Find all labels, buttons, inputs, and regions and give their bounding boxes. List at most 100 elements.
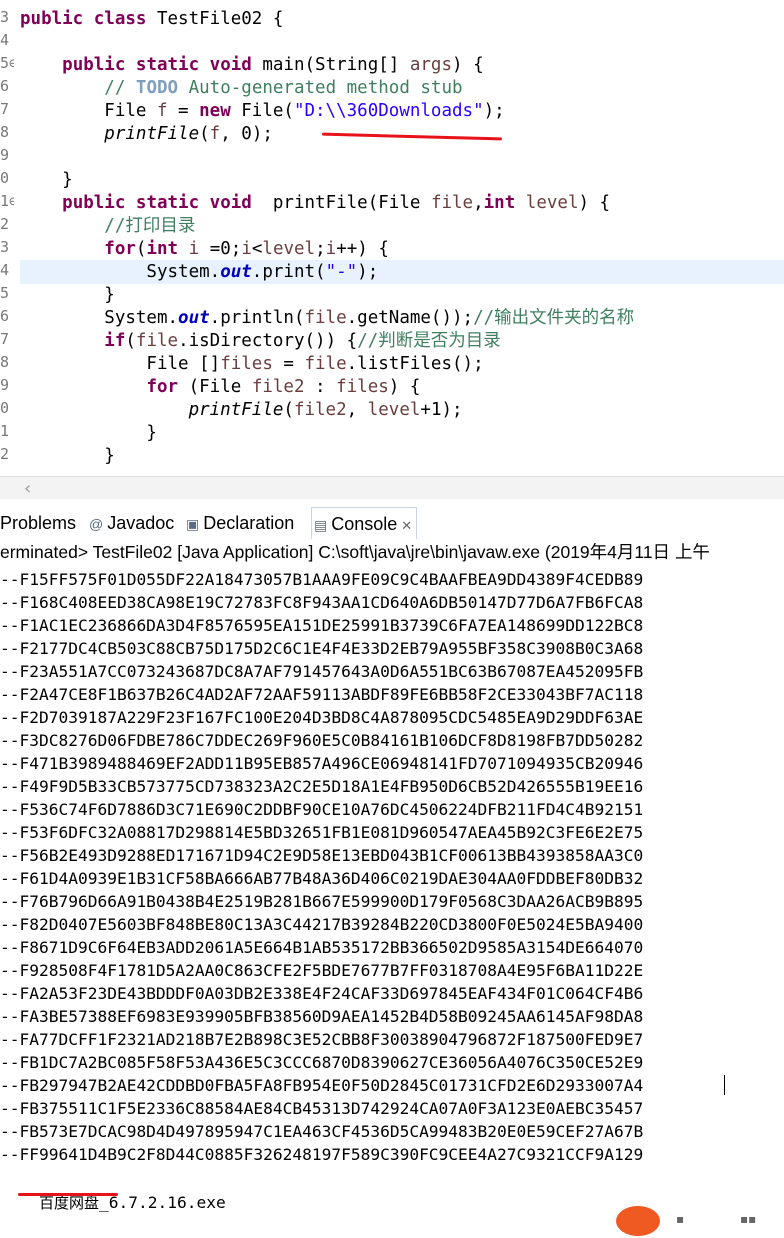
red-underline-annotation [321, 132, 503, 141]
code-token: .print( [251, 262, 326, 282]
code-token: int [483, 193, 516, 213]
line-number: 9 [0, 146, 10, 164]
code-token: if [104, 331, 126, 351]
code-token: ; [315, 239, 326, 259]
line-number: 0 [0, 169, 10, 187]
tab-javadoc-label: Javadoc [107, 513, 175, 533]
tab-declaration-label: Declaration [203, 513, 295, 533]
code-line: for(int i =0;i<level;i++) { [20, 238, 389, 261]
ellipsis-icon: ▪ [676, 1212, 685, 1226]
app-logo-icon [616, 1206, 660, 1236]
code-token: i [325, 239, 337, 259]
code-line: System.out.print("-"); [20, 261, 378, 284]
exe-rest-text: _6.7.2.16.exe [99, 1193, 226, 1212]
code-token: file2 [293, 400, 347, 420]
code-token: "-" [325, 262, 358, 282]
console-output-line: --FA3BE57388EF6983E939905BFB38560D9AEA14… [0, 1007, 644, 1026]
console-output-line: --F1AC1EC236866DA3D4F8576595EA151DE25991… [0, 616, 644, 635]
line-number: 4 [0, 261, 10, 279]
code-line: // TODO Auto-generated method stub [20, 77, 463, 100]
console-output-line: --FA2A53F23DE43BDDDF0A03DB2E338E4F24CAF3… [0, 984, 644, 1003]
code-token: ); [483, 101, 505, 121]
line-number: 4 [0, 31, 10, 49]
code-token: .println( [209, 308, 305, 328]
line-number-gutter: 3 4 5⊖ 6 7 8 9 0 1⊖ 2 3 4 5 6 7 8 9 0 1 2 [0, 0, 14, 476]
exe-cjk-text: 百度网盘 [38, 1194, 99, 1212]
code-line: if(file.isDirectory()) {//判断是否为目录 [20, 330, 500, 353]
code-token: int [146, 239, 179, 259]
line-number: 0 [0, 399, 10, 417]
console-output-line: --F3DC8276D06FDBE786C7DDEC269F960E5C0B84… [0, 731, 644, 750]
code-token: file [304, 354, 347, 374]
console-status-line: erminated> TestFile02 [Java Application]… [0, 539, 784, 566]
code-token: "D:\\360Downloads" [293, 101, 484, 121]
code-token: } [20, 170, 73, 190]
code-token: printFile [104, 124, 200, 144]
line-number: 6 [0, 307, 10, 325]
code-token: } [20, 446, 115, 466]
code-token: public static void [62, 55, 252, 75]
code-line: File []files = file.listFiles(); [20, 353, 484, 376]
code-editor[interactable]: 3 4 5⊖ 6 7 8 9 0 1⊖ 2 3 4 5 6 7 8 9 0 1 2 public class Test… [0, 0, 784, 476]
text-cursor [724, 1075, 725, 1095]
code-token: //打印目录 [20, 216, 196, 236]
line-number: 1 [0, 422, 10, 440]
code-token: , [473, 193, 484, 213]
code-line: public static void printFile(File file,i… [20, 192, 610, 215]
code-line: System.out.println(file.getName());//输出文… [20, 307, 634, 330]
line-number: 3 [0, 8, 10, 26]
declaration-icon: ▣ [186, 516, 200, 532]
tab-problems[interactable]: Problems [0, 507, 76, 539]
tab-javadoc[interactable]: @ Javadoc [89, 507, 174, 539]
console-output-line: --FF99641D4B9C2F8D44C0885F326248197F589C… [0, 1145, 644, 1164]
console-output-line: --F53F6DFC32A08817D298814E5BD32651FB1E08… [0, 823, 644, 842]
tab-declaration[interactable]: ▣ Declaration [186, 507, 294, 539]
console-output-line: --F2A47CE8F1B637B26C4AD2AF72AAF59113ABDF… [0, 685, 644, 704]
close-icon[interactable]: ✕ [401, 518, 412, 533]
code-token: (File [178, 377, 252, 397]
console-output-line: --F15FF575F01D055DF22A18473057B1AAA9FE09… [0, 570, 644, 589]
tab-console[interactable]: ▤ Console ✕ [311, 507, 418, 539]
code-token: f [209, 124, 221, 144]
code-line: } [20, 422, 157, 445]
code-token: ( [125, 331, 136, 351]
code-token: printFile(File [251, 193, 431, 213]
console-output-line: --FB573E7DCAC98D4D497895947C1EA463CF4536… [0, 1122, 644, 1141]
code-token: .listFiles(); [346, 354, 484, 374]
code-token: File( [230, 101, 294, 121]
console-output-line: --F168C408EED38CA98E19C72783FC8F943AA1CD… [0, 593, 644, 612]
console-output[interactable]: --F15FF575F01D055DF22A18473057B1AAA9FE09… [0, 566, 784, 1221]
code-token: for [104, 239, 136, 259]
code-token: file [135, 331, 179, 351]
code-token: < [251, 239, 263, 259]
line-number: 2 [0, 445, 10, 463]
code-token: i [241, 239, 252, 259]
panel-separator [0, 499, 784, 507]
code-token: TODO [135, 78, 179, 98]
console-output-line: --F471B3989488469EF2ADD11B95EB857A496CE0… [0, 754, 644, 773]
code-token: level [367, 400, 421, 420]
code-token: // [20, 78, 136, 98]
line-number: 5 [0, 284, 10, 302]
code-line: File f = new File("D:\\360Downloads"); [20, 100, 505, 123]
editor-horizontal-scrollbar[interactable]: ‹ [0, 476, 784, 499]
code-line: printFile(f, 0); [20, 123, 273, 146]
line-number: 8 [0, 123, 10, 141]
code-token: Auto-generated method stub [178, 78, 463, 98]
console-output-line: --F23A551A7CC073243687DC8A7AF791457643A0… [0, 662, 644, 681]
code-token: ); [357, 262, 379, 282]
code-token: main(String[] [251, 55, 410, 75]
code-token: public static void [62, 193, 252, 213]
scroll-left-icon[interactable]: ‹ [24, 478, 31, 499]
line-number: 7 [0, 100, 10, 118]
code-line: for (File file2 : files) { [20, 376, 420, 399]
console-output-line: --F8671D9C6F64EB3ADD2061A5E664B1AB535172… [0, 938, 644, 957]
line-number: 9 [0, 376, 10, 394]
code-token: TestFile02 { [146, 9, 284, 29]
